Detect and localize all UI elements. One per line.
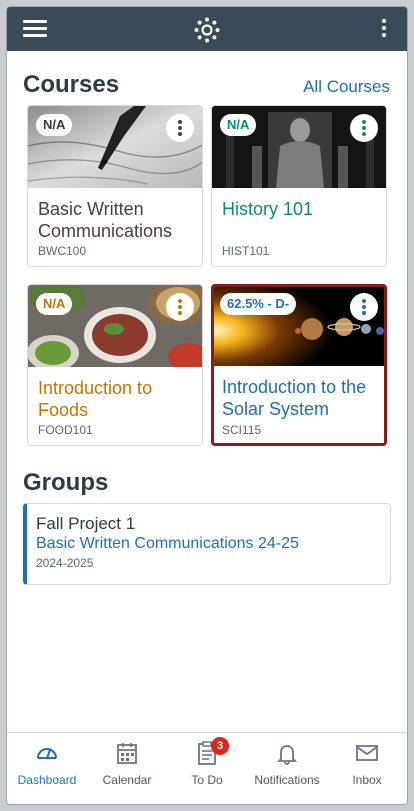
grade-badge: N/A	[36, 114, 73, 136]
inbox-icon	[356, 745, 378, 761]
course-name: History 101	[222, 199, 314, 219]
grade-badge: N/A	[220, 114, 257, 136]
bottom-tab-bar: Dashboard Calendar 3 To Do Notifications…	[7, 732, 407, 804]
course-name: Introduction to Foods	[38, 378, 153, 420]
course-code: FOOD101	[38, 423, 93, 437]
tab-todo[interactable]: 3 To Do	[167, 733, 247, 804]
tab-label: Dashboard	[17, 773, 77, 787]
more-options-icon[interactable]	[381, 19, 387, 39]
menu-icon[interactable]	[23, 20, 47, 38]
tab-label: Calendar	[102, 773, 152, 787]
group-course-name: Basic Written Communications 24-25	[36, 535, 299, 552]
course-card[interactable]: N/A History 101 HIST101	[211, 105, 387, 267]
course-code: BWC100	[38, 244, 87, 258]
course-code: HIST101	[222, 244, 270, 258]
group-card[interactable]: Fall Project 1 Basic Written Communicati…	[23, 503, 391, 585]
course-card-selected[interactable]: 62.5% - D- Introduction to the Solar Sys…	[211, 284, 387, 446]
tab-dashboard[interactable]: Dashboard	[7, 733, 87, 804]
course-card[interactable]: N/A Introduction to Foods FOOD101	[27, 284, 203, 446]
course-options-icon[interactable]	[166, 293, 194, 321]
tab-label: Inbox	[352, 773, 382, 787]
group-term: 2024-2025	[36, 556, 94, 570]
todo-count-badge: 3	[211, 737, 229, 755]
course-options-icon[interactable]	[350, 114, 378, 142]
course-options-icon[interactable]	[350, 293, 378, 321]
grade-badge: 62.5% - D-	[220, 293, 297, 315]
groups-heading: Groups	[23, 469, 109, 496]
bell-icon	[276, 745, 298, 765]
tab-notifications[interactable]: Notifications	[247, 733, 327, 804]
top-navigation-bar	[7, 7, 407, 51]
calendar-icon	[117, 743, 137, 764]
tab-inbox[interactable]: Inbox	[327, 733, 407, 804]
app-screen: Courses All Courses N/A Basic Written Co…	[6, 6, 408, 805]
course-options-icon[interactable]	[166, 114, 194, 142]
courses-heading: Courses	[23, 71, 120, 98]
group-name: Fall Project 1	[36, 514, 136, 533]
course-name: Introduction to the Solar System	[222, 377, 367, 419]
canvas-logo-icon	[194, 17, 220, 43]
tab-label: To Do	[191, 773, 223, 787]
grade-badge: N/A	[36, 293, 73, 315]
course-card[interactable]: N/A Basic Written Communications BWC100	[27, 105, 203, 267]
tab-calendar[interactable]: Calendar	[87, 733, 167, 804]
tab-label: Notifications	[254, 773, 320, 787]
course-code: SCI115	[222, 423, 262, 437]
course-name: Basic Written Communications	[38, 199, 173, 241]
dashboard-icon	[37, 748, 57, 759]
all-courses-link[interactable]: All Courses	[303, 77, 390, 97]
